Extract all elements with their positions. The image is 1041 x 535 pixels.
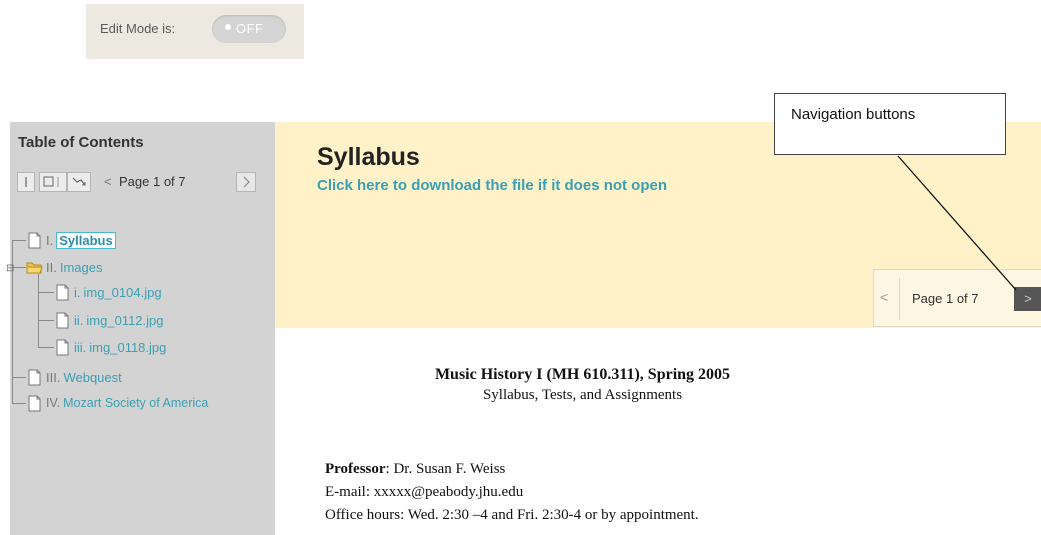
item-label: img_0118.jpg — [89, 339, 167, 355]
collapse-all-button[interactable] — [17, 172, 35, 192]
tree-line — [12, 403, 26, 404]
toc-next-page-button[interactable] — [236, 172, 256, 192]
professor-label: Professor — [325, 461, 386, 477]
tree-line — [38, 320, 54, 321]
email-line: E-mail: xxxxx@peabody.jhu.edu — [325, 484, 524, 500]
download-link[interactable]: Click here to download the file if it do… — [317, 177, 667, 194]
tree-line — [38, 347, 54, 348]
page-icon — [28, 369, 41, 385]
item-number: I. — [46, 232, 54, 248]
content-pager: < Page 1 of 7 > — [873, 269, 1041, 327]
item-number: IV. — [46, 396, 61, 410]
edit-mode-bar: Edit Mode is: OFF — [86, 4, 304, 59]
sync-button[interactable] — [67, 172, 91, 192]
chevron-right-icon: > — [1024, 291, 1032, 306]
tree-line — [12, 240, 26, 241]
item-number: iii. — [74, 339, 87, 355]
toc-item-img-0112[interactable]: ii. img_0112.jpg — [54, 311, 163, 329]
toc-item-images[interactable]: II. Images — [26, 258, 102, 276]
pager-label: Page 1 of 7 — [912, 291, 979, 306]
item-number: III. — [46, 369, 61, 385]
toc-item-webquest[interactable]: III. Webquest — [26, 368, 122, 386]
item-label: Mozart Society of America — [63, 396, 209, 410]
item-label: img_0112.jpg — [86, 312, 164, 328]
tree-line — [38, 274, 39, 347]
page-icon — [56, 284, 69, 300]
chevron-right-icon — [243, 176, 250, 188]
next-page-button[interactable]: > — [1014, 287, 1041, 311]
edit-mode-state: OFF — [236, 21, 264, 36]
page-icon — [56, 312, 69, 328]
edit-mode-label: Edit Mode is: — [100, 21, 176, 36]
page-title: Syllabus — [317, 143, 420, 171]
doc-subheading: Syllabus, Tests, and Assignments — [482, 387, 683, 403]
prev-page-icon[interactable]: < — [880, 289, 888, 305]
folder-icon — [26, 262, 43, 273]
page-icon — [28, 232, 41, 248]
toc-title: Table of Contents — [18, 134, 144, 151]
sync-icon — [72, 177, 86, 186]
collapse-node-icon[interactable]: ⊟ — [6, 263, 14, 274]
navigation-callout: Navigation buttons — [774, 93, 1006, 155]
item-label: Images — [59, 259, 103, 275]
item-label: img_0104.jpg — [83, 284, 162, 300]
toggle-dot-icon — [225, 24, 231, 30]
expand-all-button[interactable] — [39, 172, 67, 192]
toc-item-syllabus[interactable]: I. Syllabus — [26, 231, 116, 249]
doc-heading: Music History I (MH 610.311), Spring 200… — [434, 366, 731, 383]
toc-page-label: Page 1 of 7 — [119, 174, 186, 189]
toc-item-img-0118[interactable]: iii. img_0118.jpg — [54, 338, 166, 356]
professor-line: Professor: Dr. Susan F. Weiss — [325, 461, 505, 478]
callout-text: Navigation buttons — [791, 106, 916, 123]
item-label: Syllabus — [56, 231, 116, 249]
toc-sidebar: Table of Contents < Page 1 of 7 ⊟ I. Syl… — [6, 122, 275, 535]
tree-line — [12, 377, 26, 378]
collapse-icon — [25, 177, 27, 187]
edit-mode-toggle[interactable]: OFF — [212, 15, 286, 43]
item-number: II. — [46, 259, 57, 275]
item-number: ii. — [74, 312, 84, 328]
item-number: i. — [74, 284, 81, 300]
tree-line — [38, 292, 54, 293]
toc-item-mozart-society[interactable]: IV. Mozart Society of America — [26, 394, 208, 412]
office-hours-line: Office hours: Wed. 2:30 –4 and Fri. 2:30… — [325, 507, 699, 523]
page-icon — [56, 339, 69, 355]
document-body: Music History I (MH 610.311), Spring 200… — [275, 328, 1041, 535]
professor-name: : Dr. Susan F. Weiss — [385, 461, 506, 477]
page-icon — [28, 395, 41, 411]
expand-icon — [43, 176, 59, 187]
item-label: Webquest — [63, 369, 122, 385]
toc-item-img-0104[interactable]: i. img_0104.jpg — [54, 283, 162, 301]
pager-divider — [899, 278, 900, 320]
toc-prev-page-icon[interactable]: < — [104, 174, 112, 189]
